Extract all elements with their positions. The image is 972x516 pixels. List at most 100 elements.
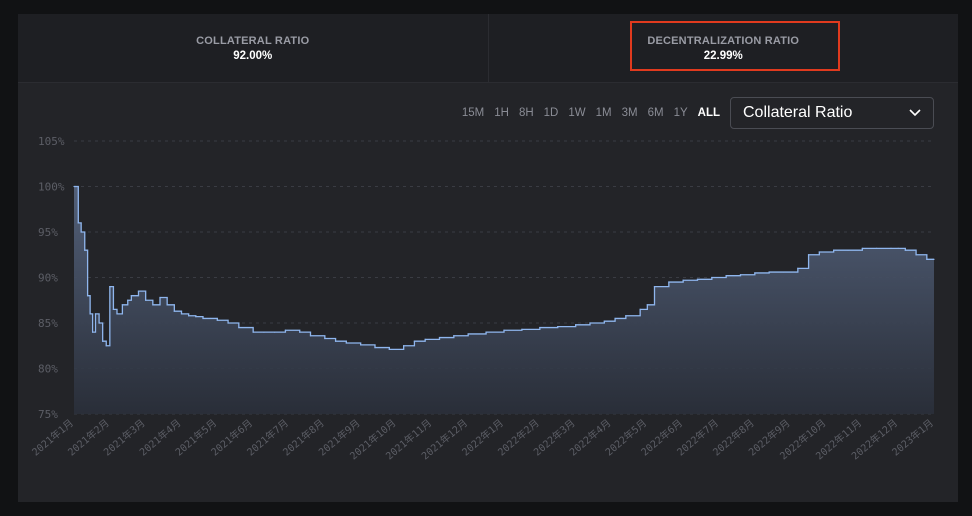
data-point [646, 304, 648, 306]
data-point [92, 331, 94, 333]
range-button-1m[interactable]: 1M [596, 107, 612, 119]
data-point [847, 249, 849, 251]
time-range-buttons: 15M 1H 8H 1D 1W 1M 3M 6M 1Y ALL [452, 107, 720, 119]
range-button-3m[interactable]: 3M [622, 107, 638, 119]
data-point [284, 329, 287, 331]
decentralization-highlight-box [630, 21, 840, 71]
range-button-1w[interactable]: 1W [568, 107, 585, 119]
data-point [485, 331, 487, 333]
data-point [424, 338, 426, 340]
data-point [87, 295, 89, 297]
x-axis: 2021年1月2021年2月2021年3月2021年4月2021年5月2021年… [29, 416, 936, 462]
data-point [209, 317, 211, 320]
data-point [80, 231, 82, 233]
y-tick-label: 80% [38, 363, 58, 376]
data-point [188, 315, 190, 317]
metric-select[interactable]: Collateral Ratio [730, 97, 934, 129]
data-point [933, 258, 935, 260]
y-axis: 75% 80% 85% 90% 95% 100% 105% [38, 135, 65, 421]
range-button-15m[interactable]: 15M [462, 107, 484, 119]
data-point [112, 308, 115, 310]
range-button-8h[interactable]: 8H [519, 107, 534, 119]
data-point [98, 322, 100, 324]
chart-toolbar: 15M 1H 8H 1D 1W 1M 3M 6M 1Y ALL Collateral Ratio [452, 97, 934, 129]
data-point [274, 331, 276, 333]
data-point [130, 295, 132, 297]
data-point [897, 247, 899, 249]
data-point [84, 249, 86, 251]
data-point [668, 281, 670, 283]
data-point [653, 286, 656, 288]
y-tick-label: 105% [38, 135, 65, 148]
data-point [614, 317, 616, 320]
data-point [334, 340, 337, 342]
data-point [388, 348, 390, 350]
data-point [467, 333, 469, 335]
data-point [782, 271, 785, 273]
data-point [754, 272, 756, 274]
data-point [166, 304, 168, 306]
data-point [116, 313, 118, 315]
data-point [682, 279, 684, 281]
data-point [102, 340, 104, 342]
collateral-ratio-value: 92.00% [233, 49, 273, 62]
data-point [345, 342, 347, 344]
chevron-down-icon [909, 109, 921, 117]
data-point [807, 254, 810, 256]
data-point [137, 290, 140, 292]
data-point [413, 340, 416, 342]
collateral-ratio-label: COLLATERAL RATIO [196, 34, 310, 47]
data-point [818, 251, 820, 253]
data-point [503, 329, 505, 331]
data-point [890, 247, 892, 249]
data-point [603, 320, 605, 322]
range-button-1h[interactable]: 1H [494, 107, 509, 119]
data-point [227, 322, 229, 324]
range-button-all[interactable]: ALL [698, 107, 720, 119]
data-point [557, 326, 559, 328]
data-point [159, 296, 161, 299]
range-button-6m[interactable]: 6M [648, 107, 664, 119]
data-point [299, 331, 301, 333]
data-point [739, 274, 742, 276]
data-point [195, 316, 197, 318]
data-point [725, 275, 727, 277]
data-point [252, 331, 254, 333]
data-point [145, 299, 147, 301]
metric-select-value: Collateral Ratio [743, 104, 853, 121]
data-point [309, 335, 312, 337]
data-point [575, 324, 577, 326]
y-tick-label: 85% [38, 317, 58, 330]
data-point [360, 344, 362, 346]
data-point [639, 308, 641, 310]
data-point [121, 304, 123, 306]
data-point [173, 310, 175, 312]
data-point [861, 247, 863, 249]
data-point [711, 276, 713, 279]
data-point [589, 322, 591, 324]
data-point [374, 346, 376, 349]
y-tick-label: 90% [38, 272, 58, 285]
data-point [926, 258, 928, 260]
data-point [915, 254, 917, 256]
range-button-1y[interactable]: 1Y [674, 107, 688, 119]
data-point [89, 313, 91, 315]
data-point [324, 337, 326, 340]
collateral-ratio-chart: 75% 80% 85% 90% 95% 100% 105% 2021年1月2021年2月20… [29, 135, 936, 462]
data-point [238, 326, 240, 329]
data-point [403, 345, 405, 347]
data-point [105, 345, 107, 347]
data-point [94, 313, 97, 315]
range-button-1d[interactable]: 1D [544, 107, 559, 119]
y-tick-label: 75% [38, 408, 58, 421]
y-tick-label: 95% [38, 226, 58, 239]
data-point [180, 313, 183, 315]
data-point [625, 315, 627, 317]
data-point [202, 317, 204, 320]
data-point [833, 249, 835, 251]
data-point [539, 326, 541, 329]
dashboard-frame: COLLATERAL RATIO 92.00% DECENTRALIZATION… [18, 14, 958, 502]
data-point [263, 331, 265, 333]
data-point [438, 336, 441, 339]
data-point [696, 278, 699, 280]
